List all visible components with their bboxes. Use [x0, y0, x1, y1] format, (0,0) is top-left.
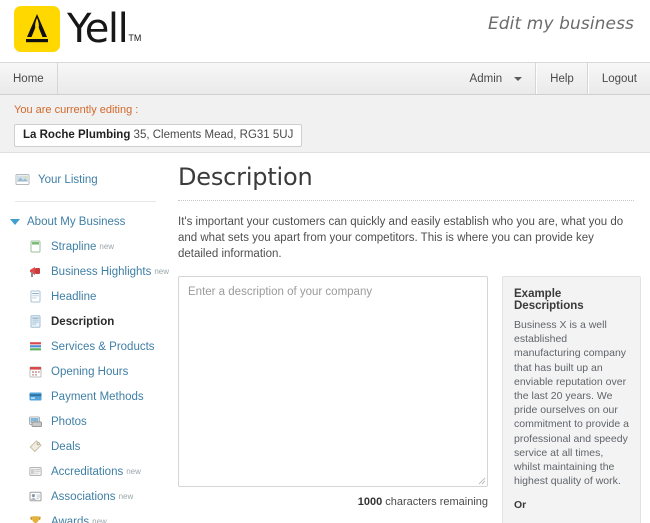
sidebar-item-services-and-products[interactable]: Services & Products: [13, 334, 170, 359]
sidebar-item-associations-label: Associations: [51, 490, 116, 503]
headline-icon: [28, 289, 43, 304]
page-title: Description: [178, 163, 313, 191]
character-counter: 1000 characters remaining: [178, 496, 488, 508]
navbar-right-group: Admin Help Logout: [457, 63, 650, 94]
description-input-wrapper: [178, 276, 488, 487]
top-navbar: Home Admin Help Logout: [0, 62, 650, 95]
sidebar-item-your-listing-label: Your Listing: [38, 173, 98, 186]
sidebar-item-strapline-label: Strapline: [51, 240, 97, 253]
sidebar-item-business-highlights[interactable]: Business Highlights new: [13, 259, 170, 284]
sidebar-item-accreditations[interactable]: Accreditations new: [13, 459, 170, 484]
badge-new: new: [99, 242, 115, 251]
accreditations-icon: [28, 464, 43, 479]
description-column: 1000 characters remaining: [178, 276, 488, 508]
sidebar-item-payment-methods-label: Payment Methods: [51, 390, 144, 403]
sidebar-item-opening-hours-label: Opening Hours: [51, 365, 129, 378]
sidebar-item-associations[interactable]: Associations new: [13, 484, 170, 509]
description-icon: [28, 314, 43, 329]
sidebar-item-awards[interactable]: Awards new: [13, 509, 170, 523]
chevron-down-icon: [514, 76, 523, 81]
description-textarea[interactable]: [178, 276, 488, 487]
example-descriptions-panel: Example Descriptions Business X is a wel…: [502, 276, 641, 523]
sidebar-group-about-my-business[interactable]: About My Business: [0, 210, 170, 234]
megaphone-icon: [28, 264, 43, 279]
photos-icon: [28, 414, 43, 429]
editing-context-bar: You are currently editing : La Roche Plu…: [0, 95, 650, 153]
sidebar-item-photos[interactable]: Photos: [13, 409, 170, 434]
nav-item-admin[interactable]: Admin: [457, 63, 537, 94]
strapline-icon: [28, 239, 43, 254]
navbar-left-group: Home: [0, 63, 58, 94]
sidebar-item-your-listing[interactable]: Your Listing: [0, 167, 170, 192]
nav-item-help-label: Help: [550, 72, 574, 85]
payment-icon: [28, 389, 43, 404]
sidebar-item-deals-label: Deals: [51, 440, 81, 453]
character-counter-number: 1000: [357, 496, 383, 508]
sidebar-item-headline-label: Headline: [51, 290, 97, 303]
sidebar-sublist: Strapline new Business Highlights new He…: [0, 234, 170, 523]
current-business-address: 35, Clements Mead, RG31 5UJ: [133, 129, 294, 141]
intro-text: It's important your customers can quickl…: [178, 216, 624, 260]
sidebar-item-business-highlights-label: Business Highlights: [51, 265, 152, 278]
chevron-down-icon: [10, 219, 20, 225]
associations-icon: [28, 489, 43, 504]
yell-logo-icon: [14, 6, 60, 52]
nav-item-home[interactable]: Home: [0, 63, 58, 94]
masthead: Yell TM Edit my business: [0, 0, 650, 62]
listing-icon: [15, 172, 30, 187]
sidebar: Your Listing About My Business Strapline…: [0, 153, 170, 523]
sidebar-item-opening-hours[interactable]: Opening Hours: [13, 359, 170, 384]
trademark-mark: TM: [128, 33, 142, 43]
sidebar-item-accreditations-label: Accreditations: [51, 465, 124, 478]
nav-item-admin-label: Admin: [469, 72, 503, 85]
sidebar-divider: [15, 201, 156, 202]
deals-tag-icon: [28, 439, 43, 454]
calendar-icon: [28, 364, 43, 379]
page-body: Your Listing About My Business Strapline…: [0, 153, 650, 523]
sidebar-item-strapline[interactable]: Strapline new: [13, 234, 170, 259]
sidebar-item-headline[interactable]: Headline: [13, 284, 170, 309]
badge-new: new: [154, 267, 170, 276]
sidebar-group-label: About My Business: [27, 216, 126, 228]
yell-logo[interactable]: Yell TM: [14, 6, 141, 52]
title-divider: [178, 200, 634, 201]
nav-item-logout[interactable]: Logout: [587, 63, 650, 94]
services-icon: [28, 339, 43, 354]
nav-item-home-label: Home: [13, 72, 44, 85]
content-columns: 1000 characters remaining Example Descri…: [178, 276, 641, 523]
yell-wordmark: Yell: [67, 6, 129, 52]
masthead-title: Edit my business: [487, 14, 634, 34]
badge-new: new: [126, 467, 141, 476]
character-counter-suffix: characters remaining: [385, 496, 488, 508]
example-or-separator: Or: [514, 499, 527, 512]
example-descriptions-heading: Example Descriptions: [514, 288, 584, 312]
sidebar-item-payment-methods[interactable]: Payment Methods: [13, 384, 170, 409]
nav-item-logout-label: Logout: [601, 72, 637, 85]
sidebar-item-awards-label: Awards: [51, 515, 90, 523]
current-business-chip[interactable]: La Roche Plumbing 35, Clements Mead, RG3…: [14, 124, 303, 147]
nav-item-help[interactable]: Help: [536, 63, 588, 94]
sidebar-item-services-and-products-label: Services & Products: [51, 340, 155, 353]
badge-new: new: [92, 517, 107, 523]
badge-new: new: [118, 492, 134, 501]
sidebar-item-description-label: Description: [51, 315, 115, 328]
main-content: Description It's important your customer…: [170, 153, 650, 523]
sidebar-item-photos-label: Photos: [51, 415, 87, 428]
trophy-icon: [28, 514, 43, 523]
example-paragraph-1: Business X is a well established manufac…: [514, 319, 629, 488]
sidebar-item-description[interactable]: Description: [13, 309, 170, 334]
sidebar-item-deals[interactable]: Deals: [13, 434, 170, 459]
current-business-name: La Roche Plumbing: [23, 129, 131, 141]
editing-label: You are currently editing :: [14, 104, 139, 116]
